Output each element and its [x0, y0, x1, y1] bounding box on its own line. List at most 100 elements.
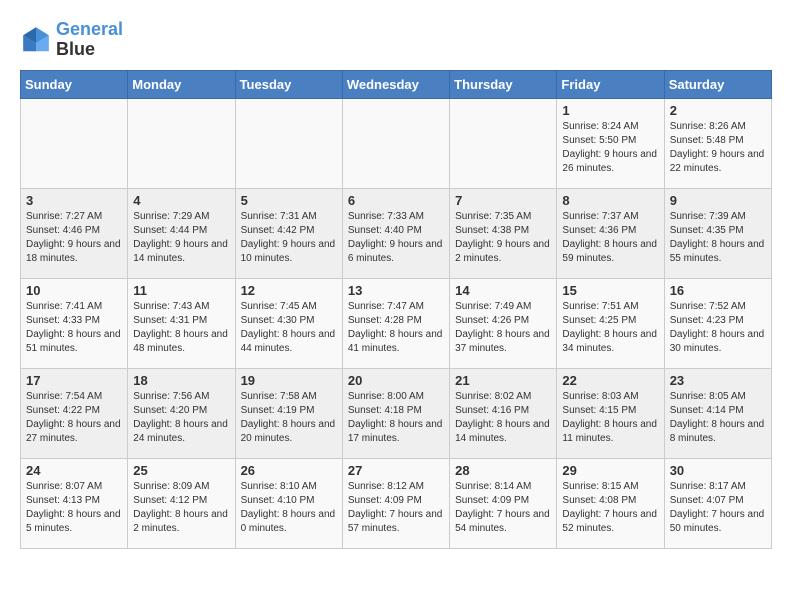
- day-info: Sunrise: 7:31 AM Sunset: 4:42 PM Dayligh…: [241, 210, 337, 266]
- week-row-3: 10 Sunrise: 7:41 AM Sunset: 4:33 PM Dayli…: [21, 278, 772, 368]
- day-info: Sunrise: 7:51 AM Sunset: 4:25 PM Dayligh…: [562, 300, 658, 356]
- day-number: 13: [348, 283, 444, 298]
- calendar-cell: [235, 98, 342, 188]
- day-number: 14: [455, 283, 551, 298]
- calendar-cell: 24 Sunrise: 8:07 AM Sunset: 4:13 PM Dayli…: [21, 458, 128, 548]
- day-number: 2: [670, 103, 766, 118]
- day-number: 12: [241, 283, 337, 298]
- logo-text: General Blue: [56, 20, 123, 60]
- calendar-cell: 29 Sunrise: 8:15 AM Sunset: 4:08 PM Dayli…: [557, 458, 664, 548]
- weekday-header-sunday: Sunday: [21, 70, 128, 98]
- day-info: Sunrise: 7:39 AM Sunset: 4:35 PM Dayligh…: [670, 210, 766, 266]
- week-row-1: 1Sunrise: 8:24 AM Sunset: 5:50 PM Daylig…: [21, 98, 772, 188]
- calendar-table: SundayMondayTuesdayWednesdayThursdayFrid…: [20, 70, 772, 549]
- day-number: 28: [455, 463, 551, 478]
- weekday-header-wednesday: Wednesday: [342, 70, 449, 98]
- week-row-5: 24 Sunrise: 8:07 AM Sunset: 4:13 PM Dayli…: [21, 458, 772, 548]
- day-info: Sunrise: 7:54 AM Sunset: 4:22 PM Dayligh…: [26, 390, 122, 446]
- calendar-cell: 26 Sunrise: 8:10 AM Sunset: 4:10 PM Dayli…: [235, 458, 342, 548]
- day-number: 9: [670, 193, 766, 208]
- calendar-cell: 18 Sunrise: 7:56 AM Sunset: 4:20 PM Dayli…: [128, 368, 235, 458]
- calendar-cell: 22 Sunrise: 8:03 AM Sunset: 4:15 PM Dayli…: [557, 368, 664, 458]
- week-row-4: 17 Sunrise: 7:54 AM Sunset: 4:22 PM Dayli…: [21, 368, 772, 458]
- day-info: Sunrise: 8:14 AM Sunset: 4:09 PM Dayligh…: [455, 480, 551, 536]
- weekday-header-monday: Monday: [128, 70, 235, 98]
- day-number: 22: [562, 373, 658, 388]
- day-info: Sunrise: 8:15 AM Sunset: 4:08 PM Dayligh…: [562, 480, 658, 536]
- weekday-header-saturday: Saturday: [664, 70, 771, 98]
- day-info: Sunrise: 8:09 AM Sunset: 4:12 PM Dayligh…: [133, 480, 229, 536]
- day-info: Sunrise: 8:10 AM Sunset: 4:10 PM Dayligh…: [241, 480, 337, 536]
- day-number: 17: [26, 373, 122, 388]
- day-info: Sunrise: 7:49 AM Sunset: 4:26 PM Dayligh…: [455, 300, 551, 356]
- logo-icon: [20, 24, 52, 56]
- calendar-cell: 1Sunrise: 8:24 AM Sunset: 5:50 PM Daylig…: [557, 98, 664, 188]
- day-info: Sunrise: 7:56 AM Sunset: 4:20 PM Dayligh…: [133, 390, 229, 446]
- day-info: Sunrise: 7:35 AM Sunset: 4:38 PM Dayligh…: [455, 210, 551, 266]
- calendar-cell: 20Sunrise: 8:00 AM Sunset: 4:18 PM Dayli…: [342, 368, 449, 458]
- day-number: 3: [26, 193, 122, 208]
- day-info: Sunrise: 7:27 AM Sunset: 4:46 PM Dayligh…: [26, 210, 122, 266]
- day-number: 27: [348, 463, 444, 478]
- day-number: 26: [241, 463, 337, 478]
- day-info: Sunrise: 7:47 AM Sunset: 4:28 PM Dayligh…: [348, 300, 444, 356]
- day-number: 4: [133, 193, 229, 208]
- week-row-2: 3 Sunrise: 7:27 AM Sunset: 4:46 PM Daylig…: [21, 188, 772, 278]
- day-number: 30: [670, 463, 766, 478]
- day-info: Sunrise: 7:43 AM Sunset: 4:31 PM Dayligh…: [133, 300, 229, 356]
- page-header: General Blue: [20, 20, 772, 60]
- day-info: Sunrise: 8:00 AM Sunset: 4:18 PM Dayligh…: [348, 390, 444, 446]
- day-info: Sunrise: 8:17 AM Sunset: 4:07 PM Dayligh…: [670, 480, 766, 536]
- day-number: 29: [562, 463, 658, 478]
- calendar-cell: 14 Sunrise: 7:49 AM Sunset: 4:26 PM Dayli…: [450, 278, 557, 368]
- calendar-cell: 12 Sunrise: 7:45 AM Sunset: 4:30 PM Dayli…: [235, 278, 342, 368]
- calendar-cell: 30 Sunrise: 8:17 AM Sunset: 4:07 PM Dayli…: [664, 458, 771, 548]
- day-info: Sunrise: 8:05 AM Sunset: 4:14 PM Dayligh…: [670, 390, 766, 446]
- day-number: 16: [670, 283, 766, 298]
- calendar-cell: 2 Sunrise: 8:26 AM Sunset: 5:48 PM Daylig…: [664, 98, 771, 188]
- day-info: Sunrise: 7:58 AM Sunset: 4:19 PM Dayligh…: [241, 390, 337, 446]
- day-info: Sunrise: 7:29 AM Sunset: 4:44 PM Dayligh…: [133, 210, 229, 266]
- day-number: 10: [26, 283, 122, 298]
- day-number: 21: [455, 373, 551, 388]
- calendar-cell: [342, 98, 449, 188]
- day-number: 1: [562, 103, 658, 118]
- calendar-cell: 10 Sunrise: 7:41 AM Sunset: 4:33 PM Dayli…: [21, 278, 128, 368]
- calendar-cell: 13 Sunrise: 7:47 AM Sunset: 4:28 PM Dayli…: [342, 278, 449, 368]
- calendar-cell: 27Sunrise: 8:12 AM Sunset: 4:09 PM Dayli…: [342, 458, 449, 548]
- day-number: 24: [26, 463, 122, 478]
- day-number: 19: [241, 373, 337, 388]
- day-number: 7: [455, 193, 551, 208]
- day-info: Sunrise: 7:37 AM Sunset: 4:36 PM Dayligh…: [562, 210, 658, 266]
- weekday-header-thursday: Thursday: [450, 70, 557, 98]
- calendar-cell: 9 Sunrise: 7:39 AM Sunset: 4:35 PM Daylig…: [664, 188, 771, 278]
- day-info: Sunrise: 7:45 AM Sunset: 4:30 PM Dayligh…: [241, 300, 337, 356]
- day-number: 6: [348, 193, 444, 208]
- day-info: Sunrise: 8:07 AM Sunset: 4:13 PM Dayligh…: [26, 480, 122, 536]
- day-info: Sunrise: 8:03 AM Sunset: 4:15 PM Dayligh…: [562, 390, 658, 446]
- day-number: 25: [133, 463, 229, 478]
- day-info: Sunrise: 7:33 AM Sunset: 4:40 PM Dayligh…: [348, 210, 444, 266]
- calendar-cell: 21 Sunrise: 8:02 AM Sunset: 4:16 PM Dayli…: [450, 368, 557, 458]
- calendar-cell: 7 Sunrise: 7:35 AM Sunset: 4:38 PM Daylig…: [450, 188, 557, 278]
- day-number: 23: [670, 373, 766, 388]
- day-number: 15: [562, 283, 658, 298]
- logo: General Blue: [20, 20, 123, 60]
- day-info: Sunrise: 8:26 AM Sunset: 5:48 PM Dayligh…: [670, 120, 766, 176]
- calendar-cell: 25 Sunrise: 8:09 AM Sunset: 4:12 PM Dayli…: [128, 458, 235, 548]
- day-number: 8: [562, 193, 658, 208]
- calendar-cell: 17 Sunrise: 7:54 AM Sunset: 4:22 PM Dayli…: [21, 368, 128, 458]
- day-info: Sunrise: 7:41 AM Sunset: 4:33 PM Dayligh…: [26, 300, 122, 356]
- calendar-cell: 15 Sunrise: 7:51 AM Sunset: 4:25 PM Dayli…: [557, 278, 664, 368]
- calendar-cell: 11Sunrise: 7:43 AM Sunset: 4:31 PM Dayli…: [128, 278, 235, 368]
- day-number: 5: [241, 193, 337, 208]
- weekday-header-row: SundayMondayTuesdayWednesdayThursdayFrid…: [21, 70, 772, 98]
- day-info: Sunrise: 8:02 AM Sunset: 4:16 PM Dayligh…: [455, 390, 551, 446]
- day-number: 18: [133, 373, 229, 388]
- calendar-cell: 16Sunrise: 7:52 AM Sunset: 4:23 PM Dayli…: [664, 278, 771, 368]
- calendar-cell: 3 Sunrise: 7:27 AM Sunset: 4:46 PM Daylig…: [21, 188, 128, 278]
- calendar-cell: 8 Sunrise: 7:37 AM Sunset: 4:36 PM Daylig…: [557, 188, 664, 278]
- calendar-cell: [128, 98, 235, 188]
- calendar-cell: 19 Sunrise: 7:58 AM Sunset: 4:19 PM Dayli…: [235, 368, 342, 458]
- calendar-cell: 23 Sunrise: 8:05 AM Sunset: 4:14 PM Dayli…: [664, 368, 771, 458]
